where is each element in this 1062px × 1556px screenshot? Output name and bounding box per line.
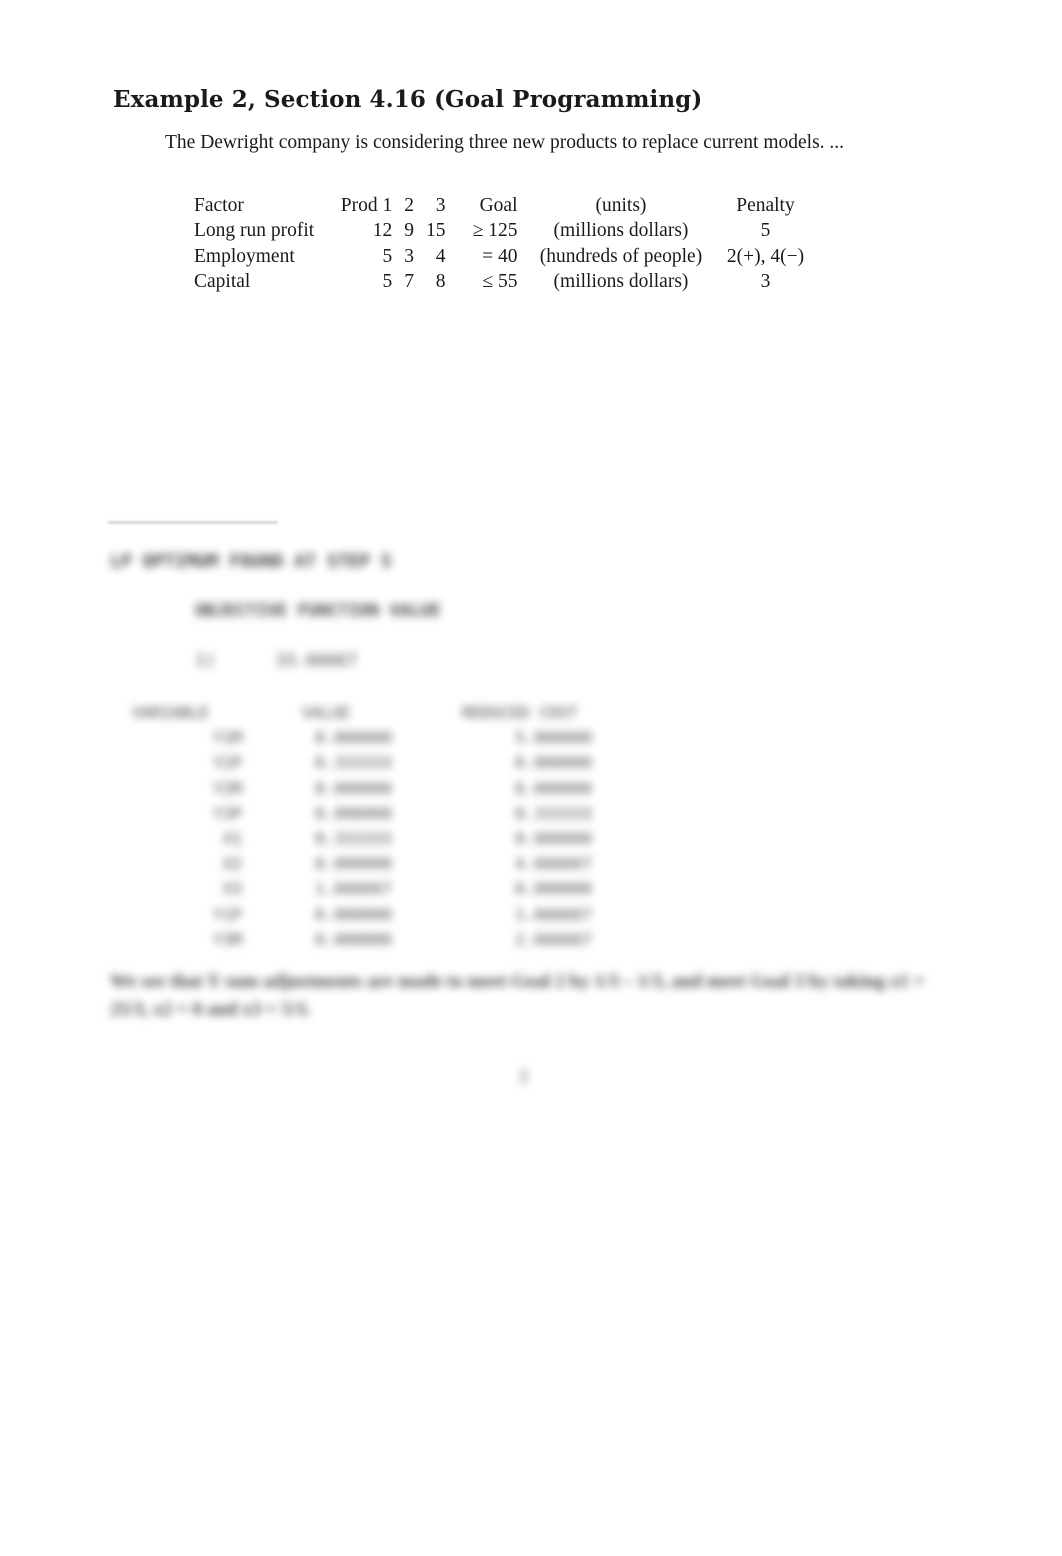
reduced-cost-cell: 5.000000 bbox=[514, 728, 592, 748]
table-row: Long run profit 12 9 15 ≥ 125 (millions … bbox=[188, 219, 816, 245]
prod1-cell: 12 bbox=[372, 220, 393, 242]
factor-cell: Employment bbox=[194, 245, 295, 267]
objective-label: 1) bbox=[195, 651, 216, 671]
col-value: VALUE bbox=[302, 703, 351, 723]
header-goal: Goal bbox=[479, 194, 518, 216]
variable-cell: X1 bbox=[222, 829, 242, 849]
value-cell: 0.000000 bbox=[314, 728, 392, 748]
units-cell: (millions dollars) bbox=[553, 220, 689, 242]
value-cell: 8.333333 bbox=[314, 829, 392, 849]
obscured-lp-header: LP OPTIMUM FOUND AT STEP 5 bbox=[110, 551, 392, 572]
factor-cell: Capital bbox=[194, 271, 251, 293]
page-number: 2 bbox=[519, 1066, 529, 1087]
prod1-cell: 5 bbox=[382, 271, 393, 293]
prod2-cell: 9 bbox=[404, 220, 414, 242]
prod3-cell: 15 bbox=[425, 220, 446, 242]
obscured-results-table: VARIABLE VALUE REDUCED COST Y1M 0.000000 5… bbox=[132, 700, 662, 952]
table-row: Y2M 0.000000 6.000000 bbox=[132, 776, 662, 801]
penalty-cell: 3 bbox=[760, 271, 771, 293]
table-row: Y1P 0.000000 1.666667 bbox=[132, 902, 662, 927]
reduced-cost-cell: 0.000000 bbox=[514, 753, 592, 773]
value-cell: 1.666667 bbox=[314, 879, 392, 899]
variable-cell: Y3M bbox=[213, 929, 242, 949]
reduced-cost-cell: 2.666667 bbox=[514, 929, 592, 949]
obscured-divider bbox=[108, 522, 278, 523]
reduced-cost-cell: 1.666667 bbox=[514, 904, 592, 924]
results-header: VARIABLE VALUE REDUCED COST bbox=[132, 700, 662, 725]
value-cell: 0.000000 bbox=[314, 929, 392, 949]
header-units: (units) bbox=[595, 194, 647, 216]
variable-cell: X3 bbox=[222, 879, 242, 899]
prod1-cell: 5 bbox=[382, 245, 393, 267]
table-row: X1 8.333333 0.000000 bbox=[132, 826, 662, 851]
reduced-cost-cell: 6.000000 bbox=[514, 778, 592, 798]
goal-table: Factor Prod 1 2 3 Goal (units) Penalty L… bbox=[188, 193, 816, 295]
table-row: Capital 5 7 8 ≤ 55 (millions dollars) 3 bbox=[188, 270, 816, 296]
table-row: Y2P 0.333333 0.000000 bbox=[132, 750, 662, 775]
variable-cell: Y2M bbox=[213, 778, 242, 798]
obscured-objective-header: OBJECTIVE FUNCTION VALUE bbox=[195, 601, 441, 621]
reduced-cost-cell: 0.000000 bbox=[514, 829, 592, 849]
variable-cell: Y3P bbox=[213, 803, 242, 823]
header-prod2: 2 bbox=[404, 194, 414, 216]
reduced-cost-cell: 0.333333 bbox=[514, 803, 592, 823]
table-row: X2 0.000000 4.666667 bbox=[132, 851, 662, 876]
variable-cell: Y1P bbox=[213, 904, 242, 924]
col-variable: VARIABLE bbox=[132, 703, 210, 723]
factor-cell: Long run profit bbox=[194, 220, 315, 242]
prod2-cell: 7 bbox=[404, 271, 414, 293]
prod2-cell: 3 bbox=[404, 245, 414, 267]
goal-cell: = 40 bbox=[482, 245, 518, 267]
value-cell: 0.000000 bbox=[314, 778, 392, 798]
value-cell: 0.000000 bbox=[314, 904, 392, 924]
units-cell: (hundreds of people) bbox=[539, 245, 703, 267]
variable-cell: Y1M bbox=[213, 728, 242, 748]
variable-cell: Y2P bbox=[213, 753, 242, 773]
goal-cell: ≤ 55 bbox=[482, 271, 518, 293]
units-cell: (millions dollars) bbox=[553, 271, 689, 293]
intro-paragraph: The Dewright company is considering thre… bbox=[165, 132, 845, 153]
prod3-cell: 4 bbox=[435, 245, 446, 267]
header-factor: Factor bbox=[194, 194, 244, 216]
value-cell: 0.000000 bbox=[314, 854, 392, 874]
objective-value: 33.66667 bbox=[275, 651, 358, 671]
header-prod3: 3 bbox=[435, 194, 446, 216]
prod3-cell: 8 bbox=[435, 271, 446, 293]
table-row: Employment 5 3 4 = 40 (hundreds of peopl… bbox=[188, 244, 816, 270]
value-cell: 0.333333 bbox=[314, 753, 392, 773]
obscured-note: We see that Y sum adjustments are made t… bbox=[110, 971, 925, 1020]
header-penalty: Penalty bbox=[736, 194, 795, 216]
penalty-cell: 2(+), 4(−) bbox=[726, 245, 805, 267]
value-cell: 0.000000 bbox=[314, 803, 392, 823]
header-prod1: Prod 1 bbox=[340, 194, 393, 216]
section-heading: Example 2, Section 4.16 (Goal Programmin… bbox=[113, 86, 703, 113]
reduced-cost-cell: 4.666667 bbox=[514, 854, 592, 874]
obscured-objective-row: 1) 33.66667 bbox=[195, 651, 357, 671]
goal-cell: ≥ 125 bbox=[472, 220, 518, 242]
table-row: Y3M 0.000000 2.666667 bbox=[132, 927, 662, 952]
table-row: Y1M 0.000000 5.000000 bbox=[132, 725, 662, 750]
reduced-cost-cell: 0.000000 bbox=[514, 879, 592, 899]
table-row: Y3P 0.000000 0.333333 bbox=[132, 801, 662, 826]
goal-table-header: Factor Prod 1 2 3 Goal (units) Penalty bbox=[188, 193, 816, 219]
penalty-cell: 5 bbox=[760, 220, 771, 242]
col-reduced-cost: REDUCED COST bbox=[462, 703, 578, 723]
table-row: X3 1.666667 0.000000 bbox=[132, 876, 662, 901]
variable-cell: X2 bbox=[222, 854, 242, 874]
